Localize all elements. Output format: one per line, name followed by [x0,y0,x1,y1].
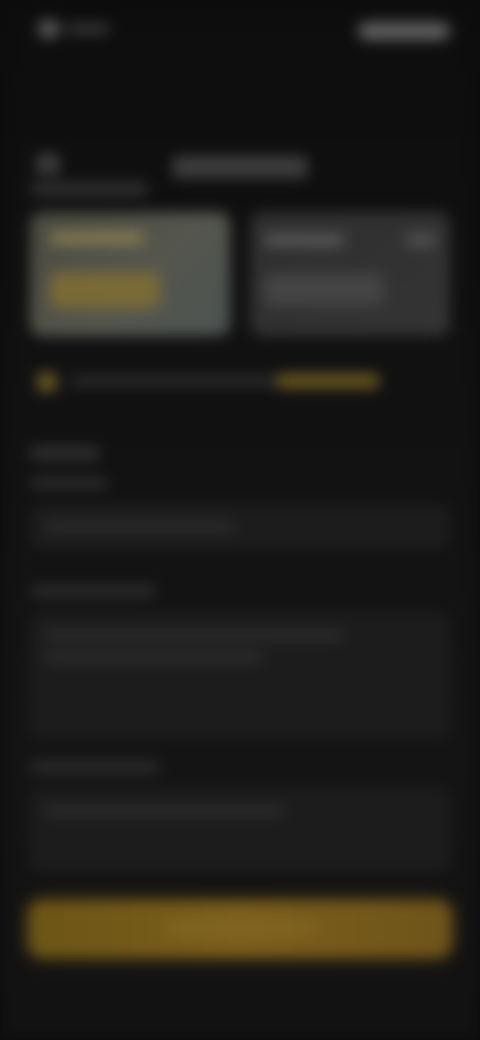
plan-price-shape [50,272,160,308]
textarea-input[interactable] [30,788,450,872]
status-bar [0,0,480,56]
field-label [30,762,160,772]
app-screen [0,0,480,1040]
page-title [172,156,308,178]
button-label-shape [168,922,318,934]
plan-card-alternate[interactable] [250,212,450,336]
plan-price-shape [264,274,384,306]
promo-row [30,366,450,396]
textarea-line-shape [44,652,264,662]
textarea-line-shape [44,806,284,816]
navigation-bar [0,70,480,178]
field-label [30,586,156,596]
plan-title-shape [50,232,144,244]
textarea-line-shape [44,630,344,640]
status-indicator [38,20,60,38]
submit-button[interactable] [28,900,452,958]
chevron-left-icon[interactable] [36,154,60,174]
battery-icon [358,22,450,40]
status-label-shape [66,24,110,34]
input-value-shape [44,522,234,532]
plan-card-selected[interactable] [30,212,230,336]
field-label [30,478,108,488]
promo-link[interactable] [276,374,380,388]
textarea-input[interactable] [30,612,450,738]
text-input[interactable] [30,504,450,550]
plan-badge [406,234,436,246]
plan-title-shape [264,234,344,246]
form-section-heading [30,446,100,460]
gift-icon [36,372,58,392]
plan-section-heading [30,182,148,196]
promo-text-shape [70,376,296,386]
